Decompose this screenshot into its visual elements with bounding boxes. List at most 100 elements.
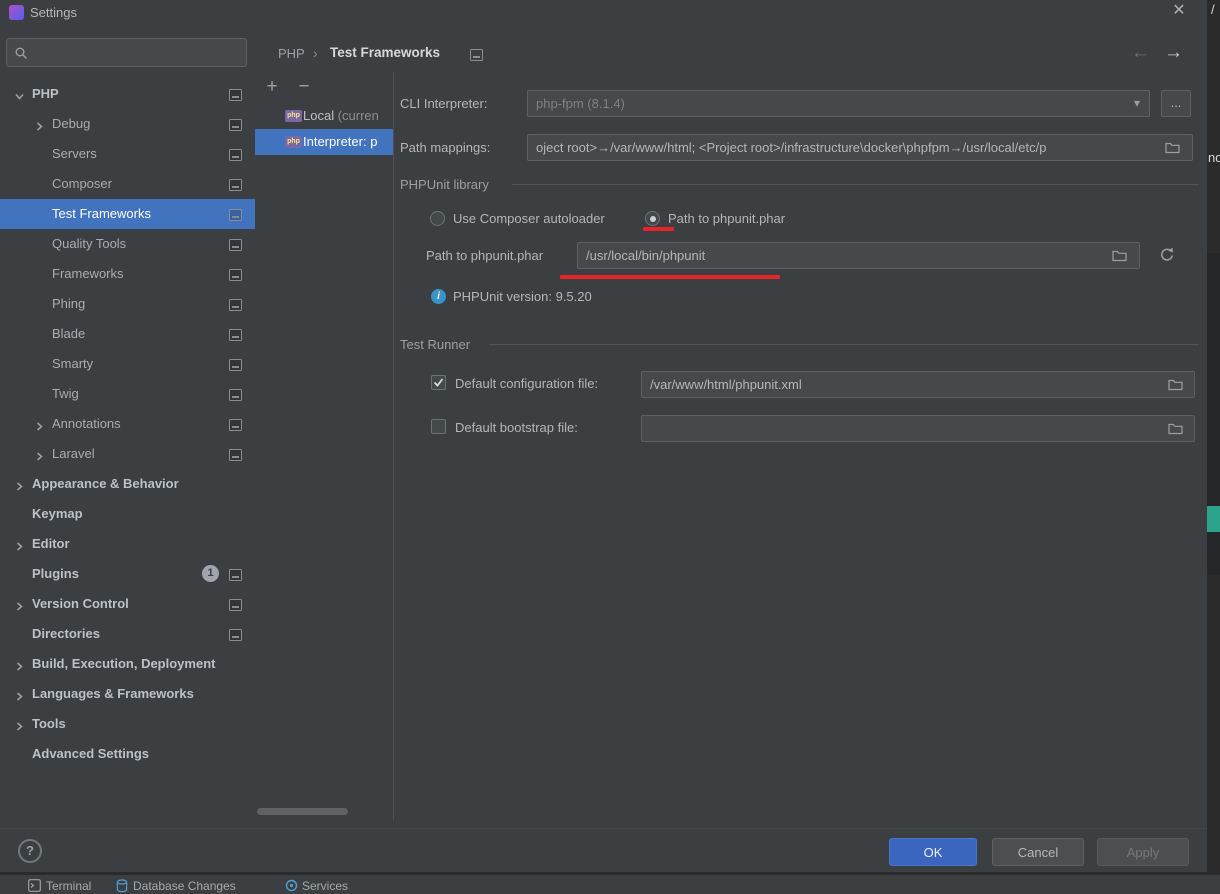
chevron-right-icon[interactable] <box>14 659 25 671</box>
cli-interpreter-more-button[interactable]: ... <box>1161 90 1191 117</box>
sidebar-item-label: Test Frameworks <box>52 206 151 221</box>
path-mappings-field[interactable] <box>527 134 1193 161</box>
sidebar-item-servers[interactable]: Servers <box>0 139 255 169</box>
modified-marker-icon <box>229 208 242 221</box>
modified-marker-icon <box>229 388 242 401</box>
sidebar-item-tools[interactable]: Tools <box>0 709 255 739</box>
horizontal-scrollbar[interactable] <box>257 808 348 815</box>
sidebar-item-label: Smarty <box>52 356 94 371</box>
chevron-right-icon[interactable] <box>14 689 25 701</box>
chevron-right-icon[interactable] <box>34 419 45 431</box>
folder-icon[interactable] <box>1112 249 1127 267</box>
phpunit-version-text: PHPUnit version: 9.5.20 <box>453 289 592 304</box>
interpreter-item-name: Local <box>303 108 335 123</box>
phar-path-label: Path to phpunit.phar <box>426 248 544 263</box>
composer-autoloader-radio-label[interactable]: Use Composer autoloader <box>453 211 605 226</box>
sidebar-item-plugins[interactable]: Plugins 1 <box>0 559 255 589</box>
sidebar-item-editor[interactable]: Editor <box>0 529 255 559</box>
default-config-checkbox[interactable] <box>431 375 446 390</box>
chevron-right-icon[interactable] <box>14 539 25 551</box>
default-bootstrap-label[interactable]: Default bootstrap file: <box>455 420 578 435</box>
section-divider <box>489 344 1199 345</box>
interpreter-list-item[interactable]: php Interpreter: p <box>255 129 393 155</box>
help-button[interactable]: ? <box>18 839 42 863</box>
sidebar-item-label: Debug <box>52 116 91 131</box>
sidebar-item-version-control[interactable]: Version Control <box>0 589 255 619</box>
modified-marker-icon <box>229 88 242 101</box>
statusbar-item-terminal[interactable]: Terminal <box>46 879 91 893</box>
sidebar-item-label: Phing <box>52 296 86 311</box>
interpreter-list-item[interactable]: php Local (curren <box>255 103 393 129</box>
chevron-down-icon[interactable] <box>14 89 25 100</box>
ide-screen: / nd Settings ✕ PHP Debug Servers Composer T… <box>0 0 1220 894</box>
sidebar-item-blade[interactable]: Blade <box>0 319 255 349</box>
database-icon <box>116 879 128 894</box>
phar-path-field[interactable] <box>577 242 1140 269</box>
sidebar-item-label: Laravel <box>52 446 95 461</box>
folder-icon[interactable] <box>1168 378 1183 396</box>
section-divider <box>512 184 1199 185</box>
chevron-right-icon[interactable] <box>34 119 45 131</box>
sidebar-item-annotations[interactable]: Annotations <box>0 409 255 439</box>
breadcrumb-root[interactable]: PHP <box>278 46 305 61</box>
sidebar-item-label: Twig <box>52 386 79 401</box>
sidebar-item-frameworks[interactable]: Frameworks <box>0 259 255 289</box>
modified-marker-icon <box>229 148 242 161</box>
sidebar-item-appearance-behavior[interactable]: Appearance & Behavior <box>0 469 255 499</box>
statusbar-item-services[interactable]: Services <box>302 879 348 893</box>
sidebar-item-label: Servers <box>52 146 97 161</box>
status-bar: Terminal Database Changes Services <box>0 872 1220 894</box>
folder-icon[interactable] <box>1165 141 1180 159</box>
chevron-right-icon[interactable] <box>14 719 25 731</box>
settings-tree: PHP Debug Servers Composer Test Frameworks Qu… <box>0 0 255 830</box>
sidebar-item-test-frameworks[interactable]: Test Frameworks <box>0 199 255 229</box>
close-icon[interactable]: ✕ <box>1168 0 1190 22</box>
chevron-right-icon[interactable] <box>14 479 25 491</box>
default-config-label[interactable]: Default configuration file: <box>455 376 598 391</box>
forward-arrow-icon[interactable]: → <box>1164 42 1183 64</box>
sidebar-item-label: Languages & Frameworks <box>32 686 194 701</box>
sidebar-item-advanced-settings[interactable]: Advanced Settings <box>0 739 255 769</box>
sidebar-item-phing[interactable]: Phing <box>0 289 255 319</box>
phpunit-library-section-label: PHPUnit library <box>400 177 489 192</box>
sidebar-item-composer[interactable]: Composer <box>0 169 255 199</box>
cli-interpreter-combo[interactable]: php-fpm (8.1.4) ▾ <box>527 90 1150 117</box>
sidebar-item-laravel[interactable]: Laravel <box>0 439 255 469</box>
sidebar-item-smarty[interactable]: Smarty <box>0 349 255 379</box>
composer-autoloader-radio[interactable] <box>430 211 445 226</box>
sidebar-item-build-execution-deployment[interactable]: Build, Execution, Deployment <box>0 649 255 679</box>
plugins-count-badge: 1 <box>202 565 219 582</box>
sidebar-item-label: Annotations <box>52 416 121 431</box>
sidebar-item-label: Directories <box>32 626 100 641</box>
refresh-icon[interactable] <box>1158 246 1176 269</box>
chevron-right-icon[interactable] <box>34 449 45 461</box>
sidebar-item-keymap[interactable]: Keymap <box>0 499 255 529</box>
sidebar-item-directories[interactable]: Directories <box>0 619 255 649</box>
sidebar-item-label: Version Control <box>32 596 129 611</box>
default-bootstrap-checkbox[interactable] <box>431 419 446 434</box>
sidebar-item-debug[interactable]: Debug <box>0 109 255 139</box>
background-teal-strip <box>1207 506 1220 532</box>
sidebar-item-label: Build, Execution, Deployment <box>32 656 216 671</box>
breadcrumb-current: Test Frameworks <box>330 45 441 60</box>
terminal-icon <box>28 879 41 894</box>
folder-icon[interactable] <box>1168 422 1183 440</box>
default-bootstrap-field[interactable] <box>641 415 1195 442</box>
sidebar-item-label: Editor <box>32 536 70 551</box>
settings-dialog: Settings ✕ PHP Debug Servers Composer Test F… <box>0 0 1207 872</box>
ok-button[interactable]: OK <box>889 838 977 866</box>
background-editor-text: / <box>1211 2 1215 17</box>
sidebar-item-twig[interactable]: Twig <box>0 379 255 409</box>
path-to-phar-radio[interactable] <box>645 211 660 226</box>
back-arrow-icon[interactable]: ← <box>1131 42 1150 64</box>
cancel-button[interactable]: Cancel <box>992 838 1084 866</box>
sidebar-item-php[interactable]: PHP <box>0 79 255 109</box>
sidebar-item-quality-tools[interactable]: Quality Tools <box>0 229 255 259</box>
cli-interpreter-label: CLI Interpreter: <box>400 96 488 111</box>
sidebar-item-languages-frameworks[interactable]: Languages & Frameworks <box>0 679 255 709</box>
chevron-right-icon[interactable] <box>14 599 25 611</box>
statusbar-item-database-changes[interactable]: Database Changes <box>133 879 236 893</box>
footer-divider <box>0 828 1207 829</box>
path-to-phar-radio-label[interactable]: Path to phpunit.phar <box>668 211 785 226</box>
default-config-field[interactable] <box>641 371 1195 398</box>
